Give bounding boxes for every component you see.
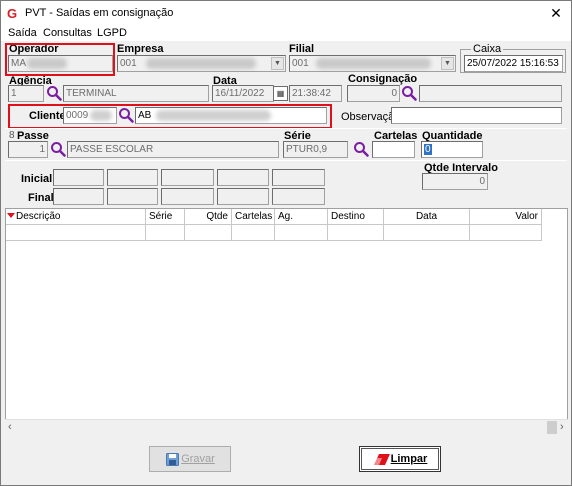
redacted-blur	[90, 110, 112, 121]
column-header-destino[interactable]: Destino	[328, 209, 384, 225]
window-title: PVT - Saídas em consignação	[25, 7, 174, 19]
quantidade-input[interactable]: 0	[421, 141, 483, 158]
inicial-field-1[interactable]	[53, 169, 104, 186]
quantidade-value: 0	[424, 144, 432, 155]
serie-field: PTUR0,9	[283, 141, 348, 158]
search-icon[interactable]	[118, 107, 134, 123]
redacted-blur	[156, 110, 271, 121]
app-logo-icon: G	[7, 6, 18, 21]
empresa-value: 001	[120, 58, 137, 69]
limpar-button[interactable]: Limpar	[359, 446, 441, 472]
menu-consultas[interactable]: Consultas	[43, 27, 92, 39]
column-header-qtde[interactable]: Qtde	[185, 209, 232, 225]
inicial-label: Inicial	[21, 173, 53, 185]
cliente-code[interactable]: 0009	[63, 107, 117, 124]
horizontal-scrollbar[interactable]: ‹ ›	[5, 419, 568, 435]
chevron-right-icon[interactable]: ›	[560, 421, 564, 433]
column-header-ag[interactable]: Ag.	[275, 209, 328, 225]
divider	[5, 160, 567, 161]
table-cell[interactable]	[6, 225, 146, 241]
cliente-code-value: 0009	[66, 110, 89, 121]
table-cell[interactable]	[146, 225, 185, 241]
observacao-input[interactable]	[391, 107, 562, 124]
table-cell[interactable]	[185, 225, 232, 241]
final-label: Final	[28, 192, 54, 204]
eraser-icon	[374, 454, 390, 465]
search-icon[interactable]	[353, 141, 369, 157]
filial-value: 001	[292, 58, 309, 69]
menu-lgpd[interactable]: LGPD	[97, 27, 127, 39]
data-time: 21:38:42	[289, 85, 342, 102]
column-header-descricao[interactable]: Descrição	[6, 209, 146, 225]
caixa-field: 25/07/2022 15:16:53	[464, 55, 563, 72]
agencia-code[interactable]: 1	[8, 85, 44, 102]
consignacao-value: 0	[347, 85, 400, 102]
final-field-4[interactable]	[217, 188, 269, 205]
column-header-cartelas[interactable]: Cartelas	[232, 209, 275, 225]
caixa-label: Caixa	[471, 43, 504, 55]
passe-name: PASSE ESCOLAR	[67, 141, 279, 158]
search-icon[interactable]	[50, 141, 66, 157]
column-header-valor[interactable]: Valor	[470, 209, 542, 225]
agencia-name: TERMINAL	[63, 85, 209, 102]
cartelas-input[interactable]	[372, 141, 415, 158]
gravar-button[interactable]: Gravar	[149, 446, 231, 472]
inicial-field-5[interactable]	[272, 169, 325, 186]
column-header-serie[interactable]: Série	[146, 209, 185, 225]
app-window: G PVT - Saídas em consignação ✕ Saída Co…	[0, 0, 572, 486]
cliente-label: Cliente	[29, 110, 66, 122]
final-field-2[interactable]	[107, 188, 158, 205]
filial-select[interactable]: 001 ▼	[289, 55, 456, 72]
inicial-field-4[interactable]	[217, 169, 269, 186]
cliente-name: AB	[135, 107, 327, 124]
table-cell[interactable]	[328, 225, 384, 241]
redacted-blur	[316, 58, 431, 69]
inicial-field-3[interactable]	[161, 169, 214, 186]
search-icon[interactable]	[401, 85, 417, 101]
empresa-label: Empresa	[117, 43, 164, 55]
menu-saida[interactable]: Saída	[8, 27, 37, 39]
consignacao-label: Consignação	[348, 73, 418, 85]
redacted-blur	[146, 58, 256, 69]
table-cell[interactable]	[232, 225, 275, 241]
column-label: Descrição	[16, 211, 61, 222]
scroll-thumb[interactable]	[547, 421, 557, 434]
passe-code[interactable]: 1	[8, 141, 48, 158]
passe-number: 8	[9, 130, 15, 141]
data-date[interactable]: 16/11/2022	[212, 85, 274, 102]
chevron-down-icon[interactable]: ▼	[271, 57, 284, 70]
empresa-select[interactable]: 001 ▼	[117, 55, 286, 72]
final-field-5[interactable]	[272, 188, 325, 205]
title-bar: G PVT - Saídas em consignação ✕	[1, 1, 571, 27]
calendar-icon[interactable]: ▦	[273, 86, 288, 101]
sort-arrow-icon	[7, 213, 15, 218]
inicial-field-2[interactable]	[107, 169, 158, 186]
column-header-data[interactable]: Data	[384, 209, 470, 225]
table-cell[interactable]	[470, 225, 542, 241]
qtde-intervalo-value: 0	[422, 173, 488, 190]
table-cell[interactable]	[384, 225, 470, 241]
chevron-left-icon[interactable]: ‹	[8, 421, 12, 433]
divider	[5, 128, 567, 129]
consignacao-desc	[419, 85, 562, 102]
final-field-1[interactable]	[53, 188, 104, 205]
save-icon	[166, 453, 179, 466]
chevron-down-icon[interactable]: ▼	[441, 57, 454, 70]
menu-bar: Saída Consultas LGPD	[1, 27, 571, 41]
filial-label: Filial	[289, 43, 315, 55]
search-icon[interactable]	[46, 85, 62, 101]
close-button[interactable]: ✕	[543, 3, 569, 23]
table-cell[interactable]	[275, 225, 328, 241]
highlight-box-operador	[5, 43, 115, 76]
items-grid[interactable]: Descrição Série Qtde Cartelas Ag. Destin…	[5, 208, 568, 435]
final-field-3[interactable]	[161, 188, 214, 205]
cliente-name-value: AB	[138, 110, 152, 121]
